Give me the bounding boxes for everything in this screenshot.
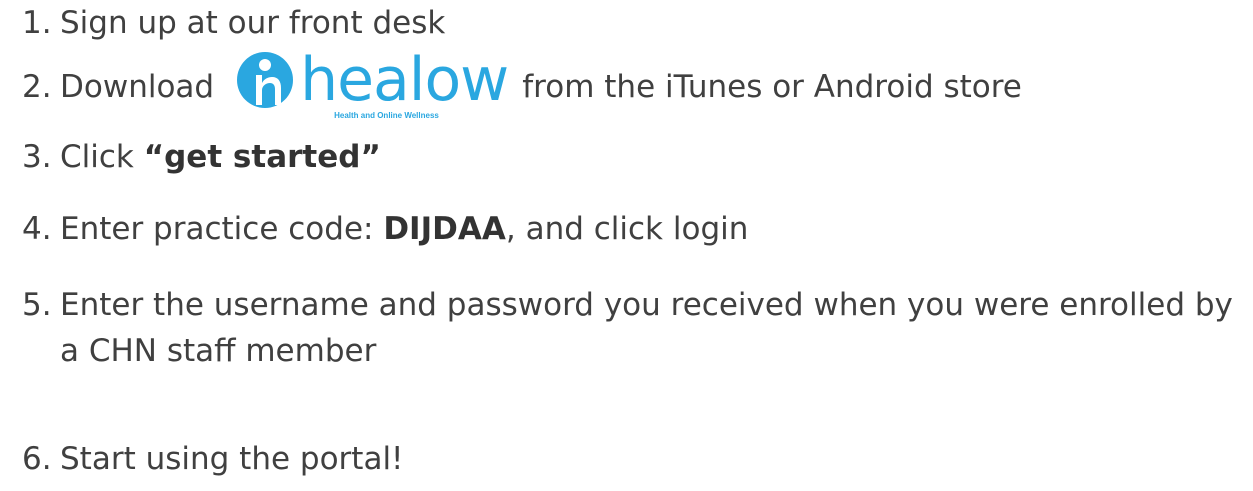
step-text-line1: Enter the username and password you rece… (60, 287, 1233, 323)
step-number: 3. (22, 139, 52, 175)
healow-wordmark-text: healow (300, 45, 509, 115)
step-text-before: Click (60, 139, 144, 175)
step-text-line2: a CHN staff member (60, 333, 377, 369)
step-text-before: Download (60, 69, 215, 105)
step-text: Start using the portal! (60, 441, 404, 477)
step-4: 4. Enter practice code: DIJDAA , and cli… (22, 206, 748, 252)
step-text: Sign up at our front desk (60, 5, 446, 41)
step-3: 3. Click “get started” (22, 134, 381, 180)
step-text-before: Enter practice code: (60, 211, 384, 247)
healow-logo: healow Health and Online Wellness (236, 45, 509, 123)
step-6: 6. Start using the portal! (22, 436, 403, 482)
step-number: 2. (22, 69, 52, 105)
step-text-after: from the iTunes or Android store (522, 69, 1022, 105)
get-started-emphasis: “get started” (143, 139, 381, 175)
step-5-continuation: a CHN staff member (60, 328, 376, 374)
step-number: 1. (22, 5, 52, 41)
healow-wordmark: healow Health and Online Wellness (300, 45, 509, 121)
healow-h-icon (237, 52, 294, 108)
step-2: 2. Download healow Health and Online Wel… (22, 45, 1022, 123)
step-number: 5. (22, 287, 52, 323)
practice-code: DIJDAA (383, 211, 506, 247)
step-5: 5. Enter the username and password you r… (22, 282, 1233, 328)
step-number: 4. (22, 211, 52, 247)
step-1: 1. Sign up at our front desk (22, 0, 445, 46)
step-number: 6. (22, 441, 52, 477)
step-text-after: , and click login (505, 211, 749, 247)
healow-tagline: Health and Online Wellness (334, 111, 439, 120)
